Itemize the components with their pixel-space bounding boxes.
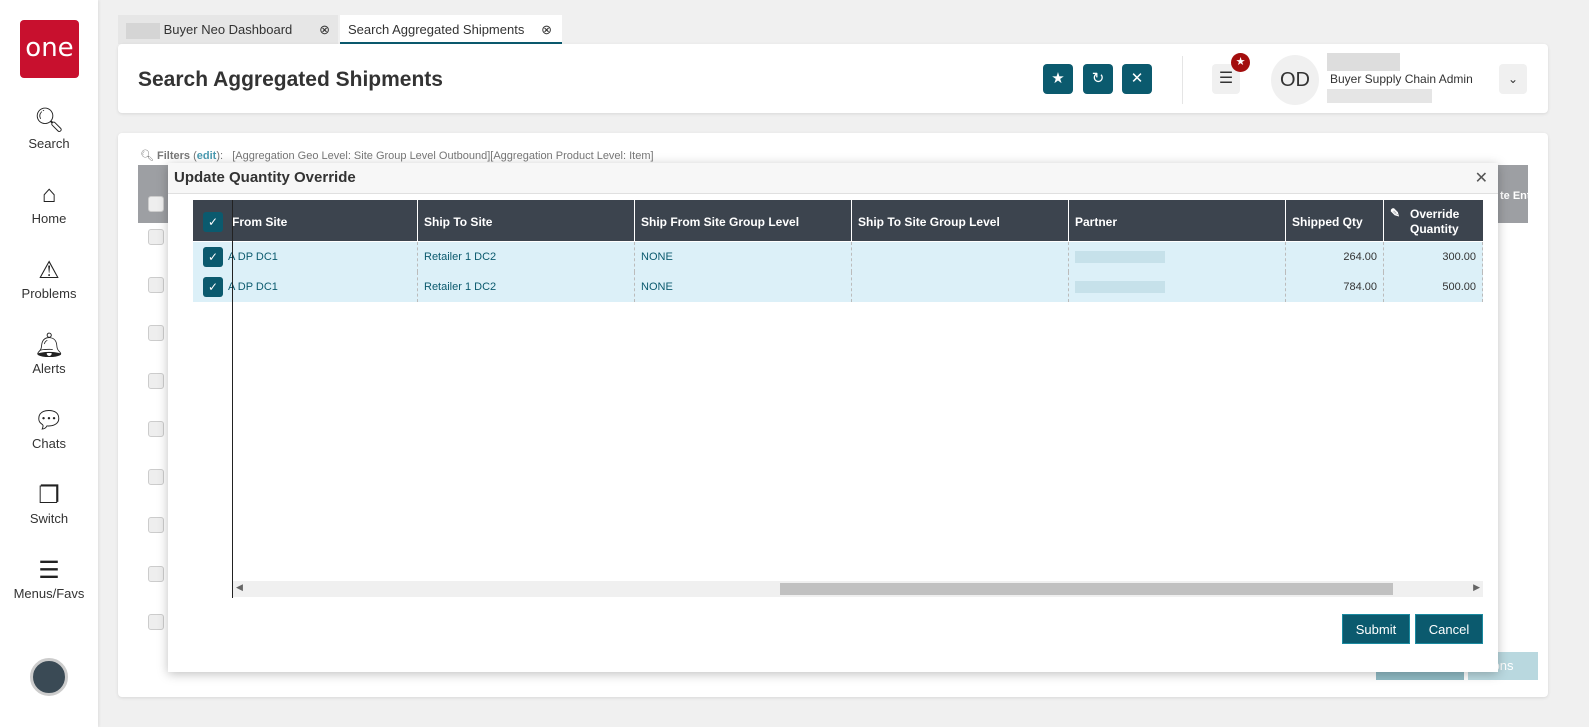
sidebar-label: Menus/Favs (13, 586, 85, 601)
user-menu-chevron[interactable]: ⌄ (1499, 64, 1527, 94)
col-ship-to-site[interactable]: Ship To Site (418, 200, 635, 241)
frozen-column-divider (232, 200, 233, 598)
tab-search-aggregated-shipments[interactable]: Search Aggregated Shipments ⊗ (340, 15, 562, 44)
background-header-partial: te Ent (1500, 190, 1531, 202)
row-checkbox[interactable] (148, 373, 164, 389)
row-checkbox[interactable] (148, 469, 164, 485)
sidebar-label: Chats (32, 436, 66, 451)
sidebar-label: Switch (29, 511, 69, 526)
one-logo[interactable]: one (20, 20, 79, 78)
chat-icon: 💬︎ (33, 407, 65, 434)
sidebar-label: Problems (21, 286, 77, 301)
cell-to-level (852, 272, 1069, 302)
col-partner[interactable]: Partner (1069, 200, 1286, 241)
sidebar-item-problems[interactable]: ⚠ Problems (0, 256, 98, 301)
sidebar-item-home[interactable]: ⌂ Home (0, 181, 98, 226)
close-button[interactable]: ✕ (1122, 64, 1152, 94)
sidebar-item-switch[interactable]: ❐ Switch (0, 481, 98, 526)
switch-icon: ❐ (38, 482, 60, 509)
sidebar-label: Alerts (32, 361, 66, 376)
cell-shipped-qty: 264.00 (1286, 242, 1384, 272)
cell-override-quantity[interactable]: 300.00 (1384, 242, 1483, 272)
row-checkbox[interactable] (148, 277, 164, 293)
home-icon: ⌂ (41, 181, 57, 208)
cell-override-quantity[interactable]: 500.00 (1384, 272, 1483, 302)
cell-shipped-qty: 784.00 (1286, 272, 1384, 302)
cell-ship-to-site: Retailer 1 DC2 (418, 242, 635, 272)
col-ship-to-site-group-level[interactable]: Ship To Site Group Level (852, 200, 1069, 241)
bell-icon: 🔔︎ (33, 332, 65, 359)
assistant-avatar[interactable] (30, 658, 68, 696)
horizontal-scrollbar[interactable]: ◀ ▶ (233, 581, 1483, 597)
close-tab-icon[interactable]: ⊗ (541, 15, 552, 44)
user-role: Buyer Supply Chain Admin (1330, 72, 1473, 86)
close-dialog-icon[interactable]: ✕ (1475, 168, 1488, 188)
tab-label: Search Aggregated Shipments (348, 22, 525, 37)
sidebar-label: Search (28, 136, 70, 151)
cell-partner-blurred (1069, 242, 1286, 272)
warning-icon: ⚠ (38, 257, 60, 284)
dialog-title: Update Quantity Override (174, 169, 356, 186)
row-checkbox[interactable] (148, 325, 164, 341)
select-all-checkbox[interactable]: ✓ (203, 212, 223, 232)
divider (1182, 56, 1183, 104)
row-checkbox[interactable]: ✓ (203, 277, 223, 297)
cell-from-level: NONE (635, 272, 852, 302)
row-checkbox[interactable] (148, 517, 164, 533)
close-tab-icon[interactable]: ⊗ (319, 15, 330, 44)
scroll-right-arrow[interactable]: ▶ (1473, 582, 1480, 593)
edit-icon: ✎ (1390, 206, 1401, 220)
sidebar-label: Home (31, 211, 67, 226)
page-title: Search Aggregated Shipments (138, 68, 443, 91)
filters-text: [Aggregation Geo Level: Site Group Level… (232, 150, 654, 162)
table-row[interactable]: ✓ A DP DC1 Retailer 1 DC2 NONE 784.00 50… (193, 272, 1483, 302)
sidebar-item-menus[interactable]: ☰ Menus/Favs (0, 556, 98, 601)
tab-label: Buyer Neo Dashboard (163, 22, 293, 37)
filters-bar: 🔍︎ Filters (edit): [Aggregation Geo Leve… (140, 150, 654, 162)
scrollbar-thumb[interactable] (780, 583, 1393, 595)
update-quantity-override-dialog: Update Quantity Override ✕ ✓ From Site Sh… (168, 163, 1498, 672)
filters-label: Filters (157, 150, 191, 162)
user-name-blurred (1327, 53, 1400, 71)
tab-buyer-neo-dashboard[interactable]: Buyer Neo Dashboard ⊗ (118, 15, 338, 44)
favorites-badge-icon: ★ (1231, 53, 1250, 72)
row-checkbox[interactable] (148, 614, 164, 630)
cell-ship-to-site: Retailer 1 DC2 (418, 272, 635, 302)
sidebar-item-alerts[interactable]: 🔔︎ Alerts (0, 331, 98, 376)
edit-filters-link[interactable]: edit (197, 150, 217, 162)
cell-from-site: A DP DC1 (226, 242, 418, 272)
cancel-button[interactable]: Cancel (1415, 614, 1483, 644)
cell-to-level (852, 242, 1069, 272)
avatar[interactable]: OD (1271, 55, 1319, 105)
cell-from-level: NONE (635, 242, 852, 272)
row-checkbox[interactable] (148, 229, 164, 245)
search-icon: 🔍︎ (140, 150, 154, 162)
search-icon: 🔍︎ (33, 107, 65, 134)
favorite-button[interactable]: ★ (1043, 64, 1073, 94)
table-row[interactable]: ✓ A DP DC1 Retailer 1 DC2 NONE 264.00 30… (193, 242, 1483, 272)
scroll-left-arrow[interactable]: ◀ (236, 582, 243, 593)
col-from-site[interactable]: From Site (226, 200, 418, 241)
sidebar-item-search[interactable]: 🔍︎ Search (0, 106, 98, 151)
sidebar: one 🔍︎ Search ⌂ Home ⚠ Problems 🔔︎ Alerts 💬︎… (0, 0, 98, 727)
row-checkbox[interactable] (148, 566, 164, 582)
col-override-quantity[interactable]: ✎ Override Quantity (1384, 200, 1483, 241)
sidebar-item-chats[interactable]: 💬︎ Chats (0, 406, 98, 451)
row-checkbox[interactable] (148, 421, 164, 437)
cell-from-site: A DP DC1 (226, 272, 418, 302)
submit-button[interactable]: Submit (1342, 614, 1410, 644)
grid-header: ✓ From Site Ship To Site Ship From Site … (193, 200, 1483, 241)
col-ship-from-site-group-level[interactable]: Ship From Site Group Level (635, 200, 852, 241)
refresh-button[interactable]: ↻ (1083, 64, 1113, 94)
cell-partner-blurred (1069, 272, 1286, 302)
user-org-blurred (1327, 89, 1432, 103)
col-shipped-qty[interactable]: Shipped Qty (1286, 200, 1384, 241)
menu-icon: ☰ (38, 557, 60, 584)
row-checkbox[interactable]: ✓ (203, 247, 223, 267)
col-label: Override Quantity (1410, 207, 1460, 236)
row-checkbox[interactable] (148, 196, 164, 212)
